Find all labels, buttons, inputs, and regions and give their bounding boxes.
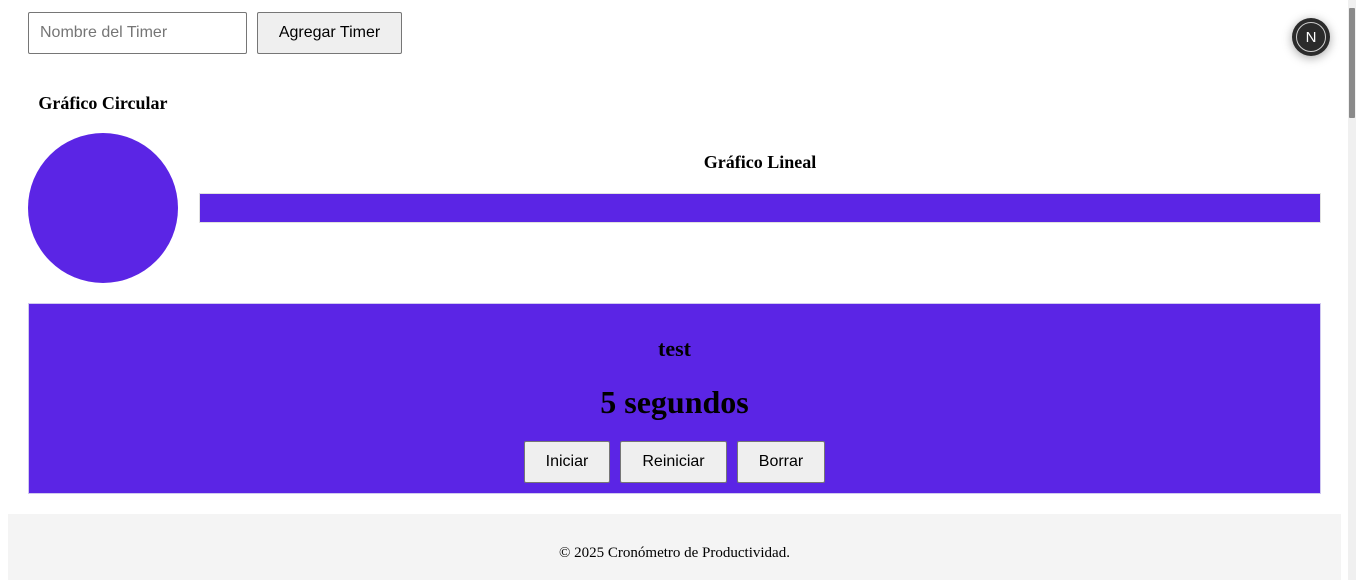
page-scrollbar[interactable]: [1348, 0, 1356, 580]
start-timer-button[interactable]: Iniciar: [524, 441, 610, 483]
pie-slices: [28, 133, 178, 283]
reset-timer-button[interactable]: Reiniciar: [620, 441, 727, 483]
timer-elapsed-time: 5 segundos: [600, 384, 749, 420]
pie-chart: [28, 133, 178, 283]
delete-timer-button[interactable]: Borrar: [737, 441, 825, 483]
timer-name: test: [658, 336, 691, 361]
timer-name-input[interactable]: [28, 12, 247, 54]
pie-slice-test: [28, 133, 178, 283]
nextjs-logo-icon: N: [1296, 22, 1326, 52]
add-timer-button[interactable]: Agregar Timer: [257, 12, 402, 54]
line-chart-segment-test: [200, 194, 1320, 222]
line-chart: [199, 193, 1321, 223]
footer: © 2025 Cronómetro de Productividad.: [8, 514, 1341, 580]
scrollbar-thumb[interactable]: [1349, 8, 1355, 118]
pie-chart-title: Gráfico Circular: [38, 93, 168, 113]
footer-copyright: © 2025 Cronómetro de Productividad.: [559, 545, 790, 561]
nextjs-logo-letter: N: [1305, 28, 1317, 46]
page: Agregar Timer N Gráfico Circular Gráfico…: [0, 0, 1356, 580]
nextjs-dev-badge[interactable]: N: [1292, 18, 1330, 56]
line-chart-title: Gráfico Lineal: [703, 152, 817, 172]
